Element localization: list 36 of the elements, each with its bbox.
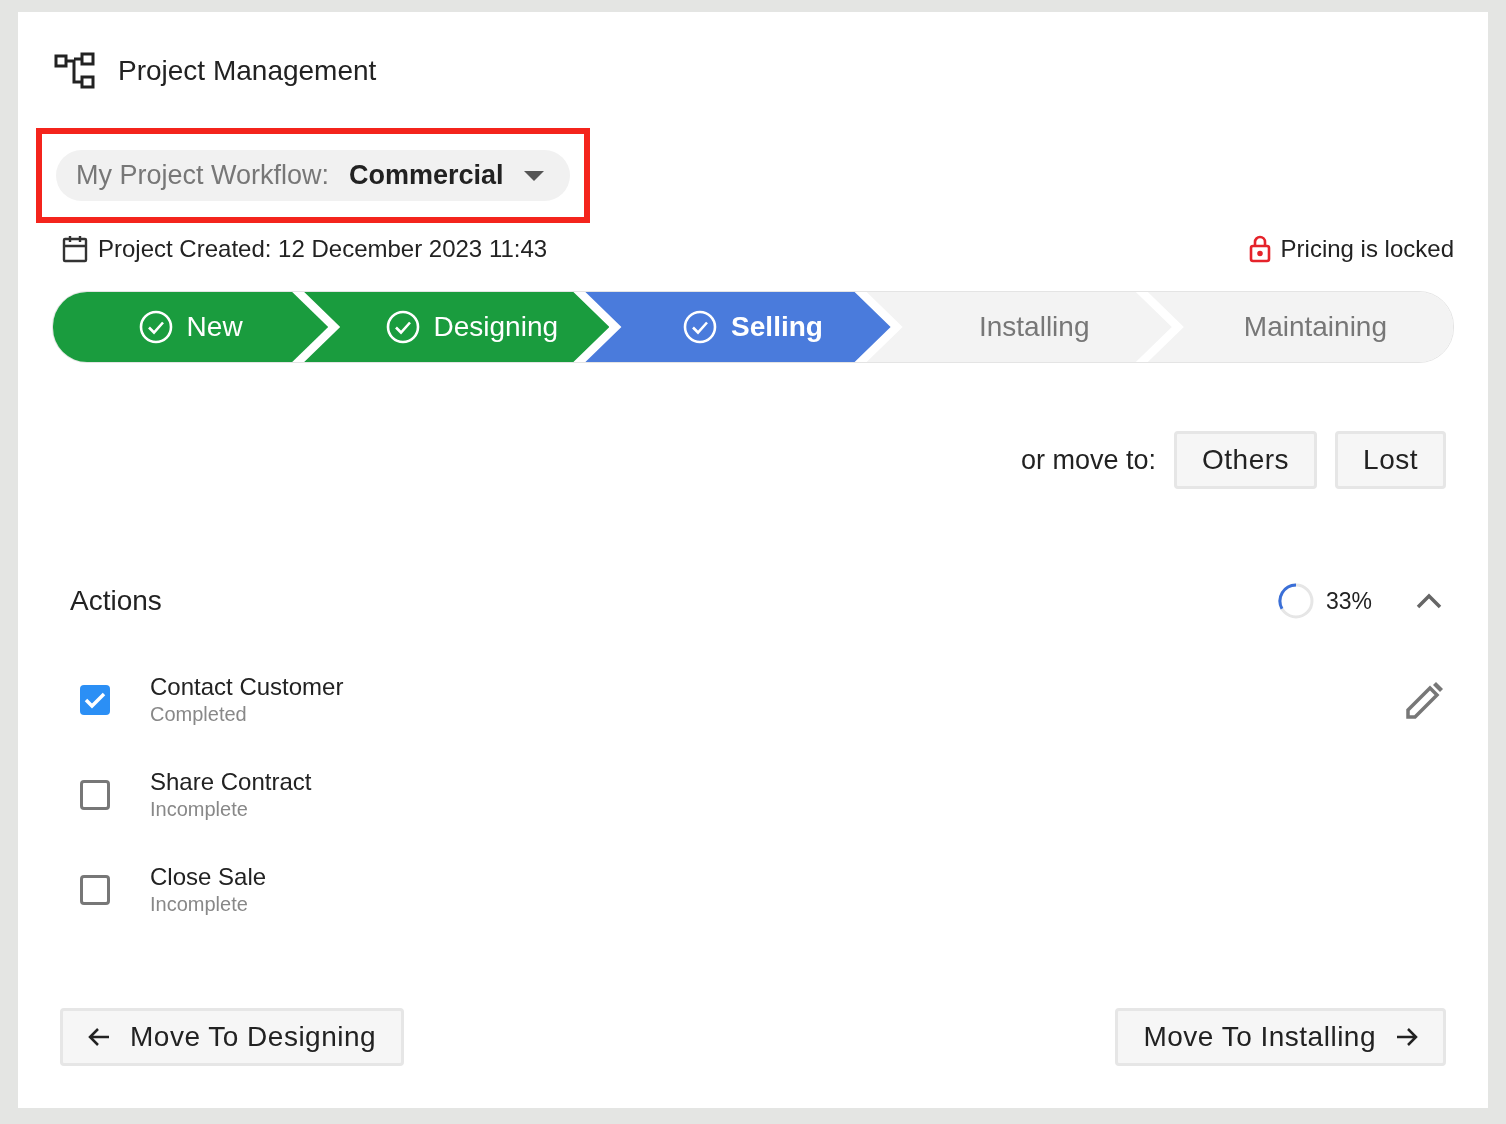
action-status: Completed [150, 703, 248, 726]
move-button[interactable]: Lost [1335, 431, 1446, 489]
check-circle-icon [683, 310, 718, 344]
caret-icon [523, 170, 544, 181]
stage-step[interactable]: Installing [866, 292, 1172, 362]
created-date: Project Created: 12 December 2023 11:43 [98, 235, 548, 263]
pricing-status: Pricing is locked [1280, 235, 1454, 263]
actions-title: Actions [70, 585, 162, 617]
move-button[interactable]: Others [1174, 431, 1318, 489]
action-status: Incomplete [150, 893, 249, 916]
check-circle-icon [138, 310, 173, 344]
action-title: Contact Customer [150, 673, 345, 701]
back-button[interactable]: Move To Designing [60, 1008, 405, 1066]
workflow-dropdown[interactable]: My Project Workflow: Commercial [56, 150, 570, 201]
next-button[interactable]: Move To Installing [1115, 1008, 1446, 1066]
progress-reading: 33% [1325, 587, 1372, 615]
action-title: Close Sale [150, 863, 268, 891]
stage-step[interactable]: Maintaining [1147, 292, 1453, 362]
calendar-icon [62, 235, 88, 263]
workflow-icon [54, 52, 96, 90]
page-title: Project Management [118, 55, 377, 87]
stage-step[interactable]: Selling [585, 292, 891, 362]
move-to-label: or move to: [1020, 444, 1157, 476]
checkbox[interactable] [80, 779, 110, 810]
arrow-left-icon [88, 1027, 110, 1047]
checkbox[interactable] [80, 874, 110, 905]
pencil-icon [1406, 680, 1444, 719]
checkbox[interactable] [80, 684, 110, 715]
action-status: Incomplete [150, 798, 249, 821]
stage-step[interactable]: Designing [304, 292, 610, 362]
arrow-right-icon [1396, 1027, 1418, 1047]
check-circle-icon [385, 310, 420, 344]
stage-step[interactable]: New [53, 292, 329, 362]
edit-button[interactable] [1406, 680, 1444, 719]
action-title: Share Contract [150, 768, 313, 796]
chevron-icon [1416, 593, 1442, 609]
